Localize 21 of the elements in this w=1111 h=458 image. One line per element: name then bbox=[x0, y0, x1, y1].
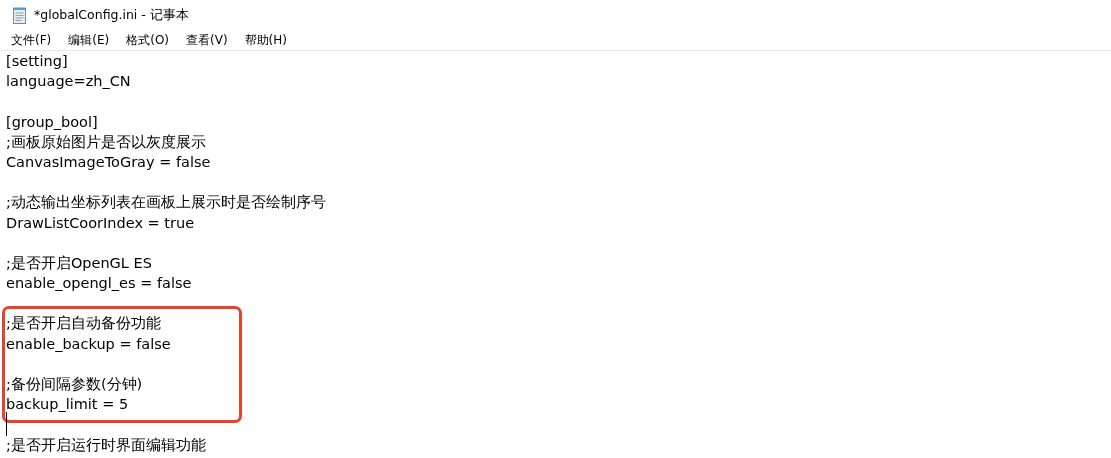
notepad-icon bbox=[12, 6, 27, 24]
menu-item[interactable]: 帮助(H) bbox=[238, 31, 293, 49]
menu-item[interactable]: 编辑(E) bbox=[62, 31, 116, 49]
code-line: enable_backup = false bbox=[6, 335, 171, 352]
code-line: language=zh_CN bbox=[6, 73, 131, 90]
code-line: enable_opengl_es = false bbox=[6, 275, 192, 292]
code-line: [group_bool] bbox=[6, 113, 98, 130]
code-line: ;动态输出坐标列表在画板上展示时是否绘制序号 bbox=[6, 194, 326, 211]
menu-item[interactable]: 格式(O) bbox=[120, 31, 176, 49]
code-line: CanvasImageToGray = false bbox=[6, 153, 211, 170]
code-line: ;是否开启OpenGL ES bbox=[6, 254, 152, 271]
code-line: ;是否开启自动备份功能 bbox=[6, 315, 161, 332]
code-line: ;画板原始图片是否以灰度展示 bbox=[6, 133, 206, 150]
code-line: ;是否开启运行时界面编辑功能 bbox=[6, 436, 206, 453]
code-line: DrawListCoorIndex = true bbox=[6, 214, 195, 231]
menu-item[interactable]: 查看(V) bbox=[180, 31, 234, 49]
menu-item[interactable]: 文件(F) bbox=[5, 31, 58, 49]
code-line: ;备份间隔参数(分钟) bbox=[6, 376, 143, 392]
code-line: backup_limit = 5 bbox=[6, 396, 129, 413]
window-title: *globalConfig.ini - 记事本 bbox=[34, 6, 189, 24]
code-line: [setting] bbox=[6, 53, 68, 69]
